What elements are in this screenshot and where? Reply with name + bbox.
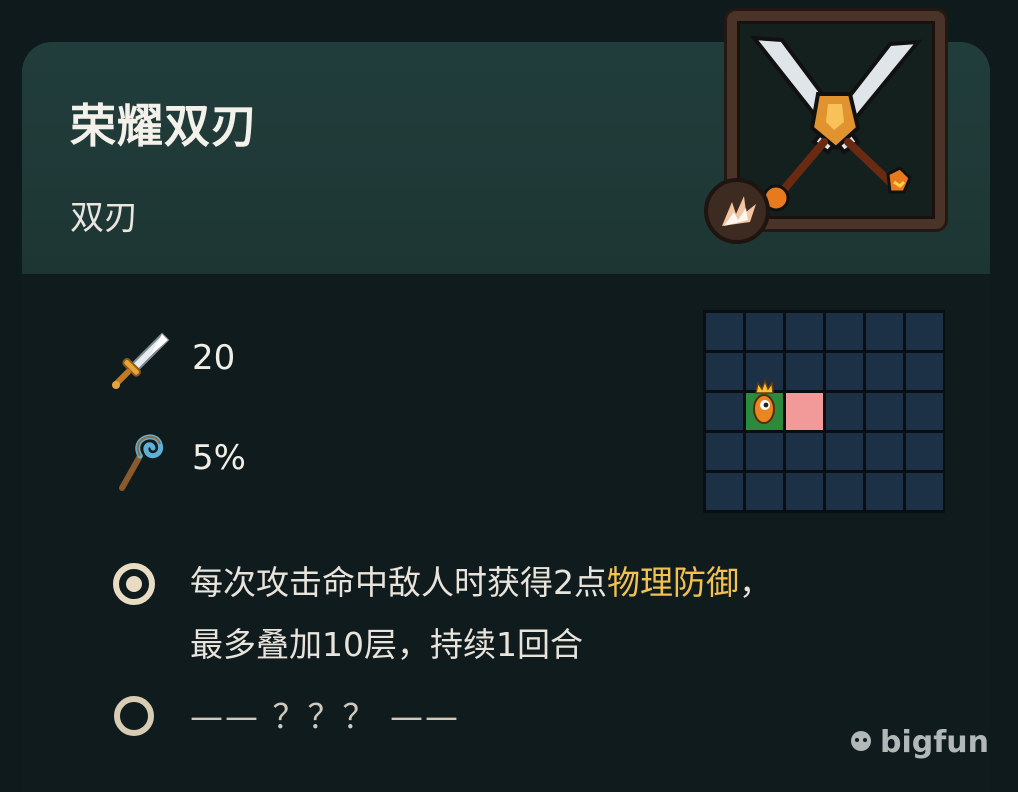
- bigfun-watermark: bigfun: [848, 725, 989, 760]
- ability-1-description: 每次攻击命中敌人时获得2点物理防御， 最多叠加10层，持续1回合: [190, 552, 772, 676]
- grid-cell: [906, 313, 943, 350]
- grid-cell: [786, 433, 823, 470]
- item-type: 双刃: [70, 198, 138, 238]
- burst-type-badge-icon: [704, 178, 770, 244]
- grid-cell: [866, 313, 903, 350]
- locked-ability-ring-icon: [112, 694, 156, 738]
- player-position-cell: [746, 378, 783, 430]
- item-name: 荣耀双刃: [70, 99, 258, 153]
- locked-ability-text: —— ？？？ ——: [190, 697, 460, 736]
- watermark-text: bigfun: [880, 725, 989, 760]
- grid-cell: [866, 473, 903, 510]
- grid-cell: [746, 313, 783, 350]
- grid-cell: [706, 393, 743, 430]
- grid-cell: [906, 473, 943, 510]
- ability-1-highlight: 物理防御: [607, 563, 739, 602]
- target-range-cell: [786, 393, 823, 430]
- active-ability-ring-icon: [112, 562, 156, 606]
- attack-range-grid: [703, 310, 945, 513]
- grid-cell: [826, 473, 863, 510]
- grid-cell: [746, 433, 783, 470]
- grid-cell: [826, 393, 863, 430]
- grid-cell: [786, 313, 823, 350]
- grid-cell: [786, 473, 823, 510]
- dual-blades-icon: [737, 21, 935, 219]
- magic-staff-icon: [110, 430, 172, 492]
- ability-1: 每次攻击命中敌人时获得2点物理防御， 最多叠加10层，持续1回合: [112, 552, 912, 682]
- grid-cell: [866, 393, 903, 430]
- grid-cell: [786, 353, 823, 390]
- ability-1-text-suffix: ，: [739, 563, 772, 602]
- grid-cell: [746, 473, 783, 510]
- ability-2-locked: —— ？？？ ——: [112, 692, 912, 742]
- grid-cell: [906, 393, 943, 430]
- watermark-logo-icon: [848, 725, 874, 760]
- grid-cell: [826, 353, 863, 390]
- magic-value: 5%: [192, 438, 246, 478]
- attack-value: 20: [192, 338, 236, 378]
- sword-icon: [110, 330, 172, 392]
- grid-cell: [826, 433, 863, 470]
- grid-cell: [826, 313, 863, 350]
- grid-cell: [906, 433, 943, 470]
- ability-1-text-prefix: 每次攻击命中敌人时获得2点: [190, 563, 607, 602]
- grid-cell: [866, 353, 903, 390]
- grid-cell: [866, 433, 903, 470]
- grid-cell: [706, 353, 743, 390]
- player-character-icon: [753, 378, 775, 424]
- grid-cell: [906, 353, 943, 390]
- ability-1-line2: 最多叠加10层，持续1回合: [190, 625, 583, 664]
- grid-cell: [706, 433, 743, 470]
- grid-cell: [706, 313, 743, 350]
- grid-cell: [706, 473, 743, 510]
